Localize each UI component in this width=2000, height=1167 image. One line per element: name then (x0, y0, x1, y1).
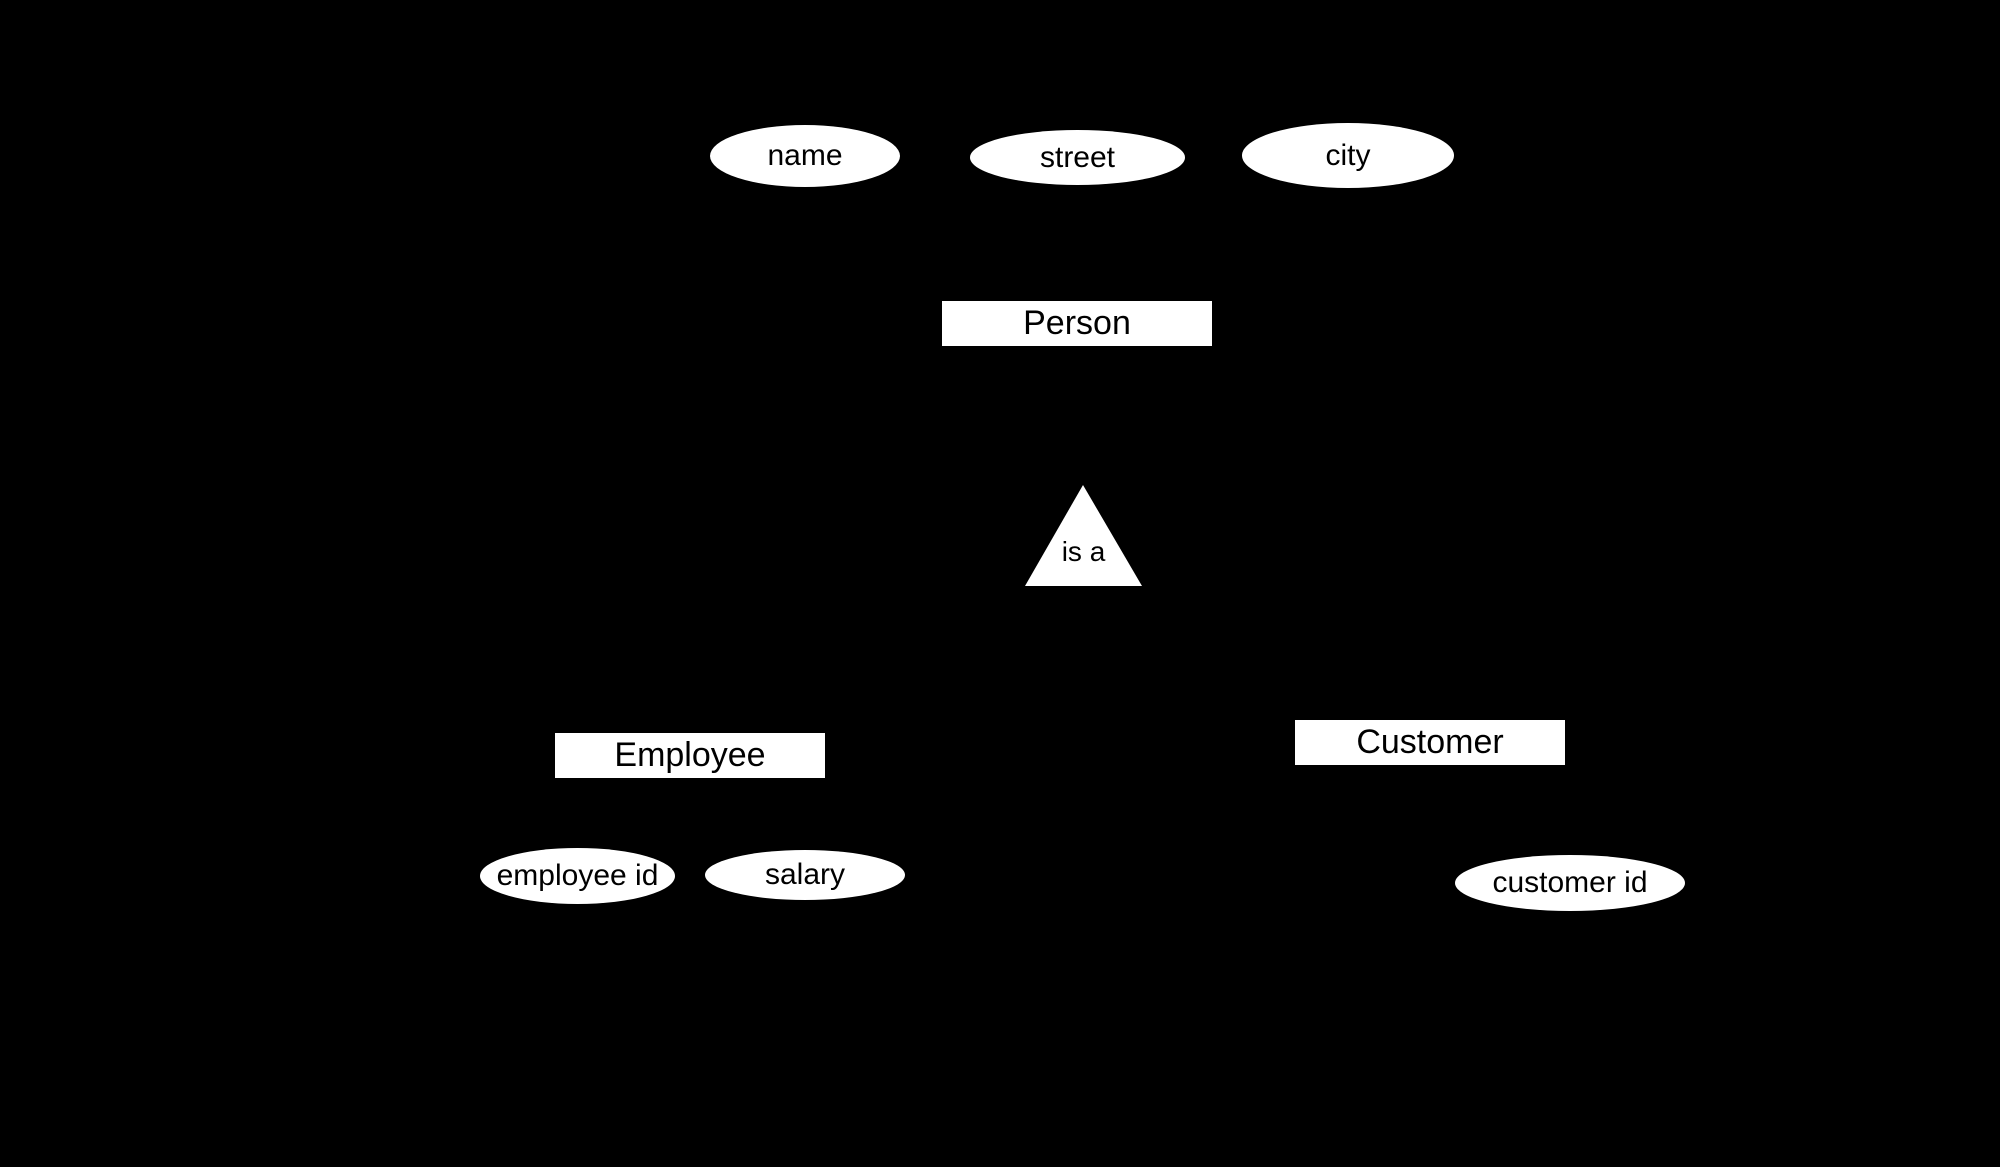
edge-salary-employee (689, 776, 806, 852)
edge-isa-employee (689, 584, 1041, 735)
edge-employeeid-employee (576, 776, 691, 850)
entity-box-customer[interactable]: Customer (1295, 720, 1565, 765)
edge-isa-customer (1127, 584, 1431, 722)
entity-label-person: Person (1023, 304, 1131, 342)
isa-triangle-shape (1025, 485, 1142, 586)
entity-label-employee: Employee (614, 736, 766, 774)
attribute-label-customer-id: customer id (1492, 866, 1648, 899)
attribute-label-employee-id: employee id (496, 859, 659, 892)
attribute-ellipse-employee-id[interactable]: employee id (480, 848, 675, 904)
er-diagram-canvas: name street city Person is a Employee Cu… (0, 0, 2000, 1167)
attribute-label-street: street (1039, 140, 1116, 174)
attribute-ellipse-city[interactable]: city (1242, 123, 1454, 188)
attribute-ellipse-street[interactable]: street (970, 130, 1185, 185)
attribute-label-salary: salary (764, 858, 846, 891)
attribute-ellipse-customer-id[interactable]: customer id (1455, 855, 1685, 911)
attribute-label-city: city (1325, 138, 1371, 172)
edge-person-isa (1075, 345, 1085, 486)
entity-box-person[interactable]: Person (942, 301, 1212, 346)
attribute-ellipse-salary[interactable]: salary (705, 850, 905, 900)
attribute-ellipse-name[interactable]: name (710, 125, 900, 187)
entity-box-employee[interactable]: Employee (555, 733, 825, 778)
edge-customerid-customer (1429, 763, 1571, 857)
attribute-label-name: name (767, 139, 843, 172)
edge-name-person (804, 185, 1078, 303)
isa-relationship-triangle[interactable]: is a (1025, 485, 1142, 586)
entity-label-customer: Customer (1356, 723, 1504, 761)
edge-city-person (1076, 186, 1349, 303)
